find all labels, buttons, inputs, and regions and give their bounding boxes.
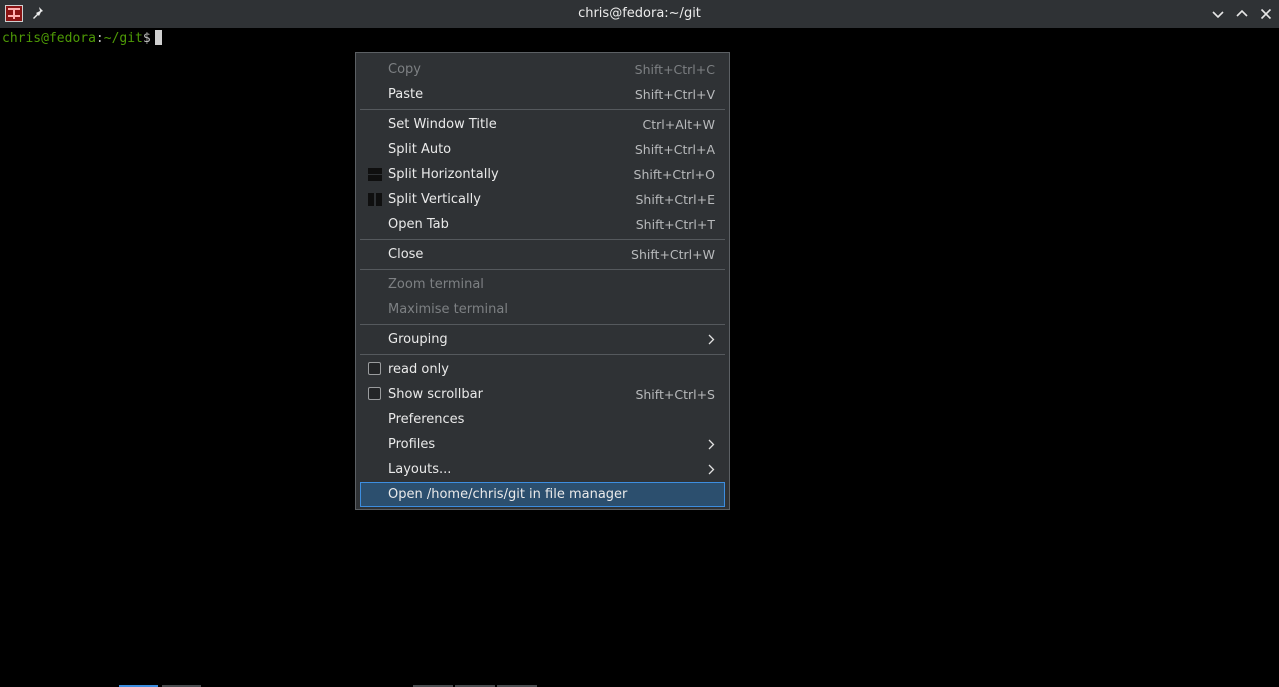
- menu-item-label: Paste: [388, 87, 424, 102]
- menu-item-shortcut: Shift+Ctrl+V: [634, 87, 715, 102]
- menu-item-paste[interactable]: Paste Shift+Ctrl+V: [360, 82, 725, 107]
- terminal-context-menu: Copy Shift+Ctrl+C Paste Shift+Ctrl+V Set…: [355, 52, 730, 510]
- menu-item-layouts[interactable]: Layouts...: [360, 457, 725, 482]
- menu-separator: [360, 324, 725, 325]
- window-titlebar[interactable]: chris@fedora:~/git: [0, 0, 1279, 28]
- chevron-right-icon: [707, 464, 715, 475]
- menu-item-shortcut: Shift+Ctrl+A: [634, 142, 715, 157]
- show-scrollbar-checkbox[interactable]: [368, 387, 381, 400]
- menu-item-close[interactable]: Close Shift+Ctrl+W: [360, 242, 725, 267]
- split-vertical-icon: [368, 193, 382, 206]
- menu-item-split-horizontally[interactable]: Split Horizontally Shift+Ctrl+O: [360, 162, 725, 187]
- close-icon[interactable]: [1257, 5, 1275, 23]
- menu-item-open-tab[interactable]: Open Tab Shift+Ctrl+T: [360, 212, 725, 237]
- menu-item-zoom-terminal[interactable]: Zoom terminal: [360, 272, 725, 297]
- menu-item-shortcut: Ctrl+Alt+W: [642, 117, 715, 132]
- menu-item-maximise-terminal[interactable]: Maximise terminal: [360, 297, 725, 322]
- read-only-checkbox[interactable]: [368, 362, 381, 375]
- terminal-cursor: [154, 30, 162, 45]
- menu-separator: [360, 239, 725, 240]
- menu-item-label: Close: [388, 247, 424, 262]
- menu-item-label: Grouping: [388, 332, 448, 347]
- menu-item-shortcut: Shift+Ctrl+C: [634, 62, 715, 77]
- menu-item-copy[interactable]: Copy Shift+Ctrl+C: [360, 57, 725, 82]
- menu-item-shortcut: Shift+Ctrl+O: [633, 167, 715, 182]
- prompt-dollar: $: [142, 31, 151, 46]
- chevron-right-icon: [707, 439, 715, 450]
- menu-item-shortcut: Shift+Ctrl+T: [635, 217, 715, 232]
- menu-item-split-vertically[interactable]: Split Vertically Shift+Ctrl+E: [360, 187, 725, 212]
- window-title: chris@fedora:~/git: [578, 6, 701, 21]
- split-horizontal-icon: [368, 168, 382, 181]
- menu-item-label: read only: [388, 362, 449, 377]
- menu-item-label: Profiles: [388, 437, 436, 452]
- menu-item-label: Copy: [388, 62, 421, 77]
- prompt-user: chris@fedora: [2, 31, 96, 46]
- menu-separator: [360, 269, 725, 270]
- menu-item-label: Set Window Title: [388, 117, 497, 132]
- menu-item-show-scrollbar[interactable]: Show scrollbar Shift+Ctrl+S: [360, 382, 725, 407]
- menu-item-shortcut: Shift+Ctrl+E: [635, 192, 716, 207]
- menu-item-label: Open /home/chris/git in file manager: [388, 487, 628, 502]
- chevron-right-icon: [707, 334, 715, 345]
- menu-item-label: Split Auto: [388, 142, 452, 157]
- menu-item-shortcut: Shift+Ctrl+W: [631, 247, 715, 262]
- prompt-separator: :: [95, 31, 104, 46]
- maximize-icon[interactable]: [1233, 5, 1251, 23]
- menu-item-profiles[interactable]: Profiles: [360, 432, 725, 457]
- menu-item-label: Maximise terminal: [388, 302, 508, 317]
- menu-item-label: Layouts...: [388, 462, 452, 477]
- menu-item-label: Split Horizontally: [388, 167, 499, 182]
- shell-prompt: chris@fedora:~/git$: [2, 30, 162, 47]
- menu-item-label: Show scrollbar: [388, 387, 483, 402]
- menu-item-set-window-title[interactable]: Set Window Title Ctrl+Alt+W: [360, 112, 725, 137]
- menu-item-label: Preferences: [388, 412, 465, 427]
- minimize-icon[interactable]: [1209, 5, 1227, 23]
- menu-item-open-in-file-manager[interactable]: Open /home/chris/git in file manager: [360, 482, 725, 507]
- menu-item-label: Split Vertically: [388, 192, 481, 207]
- menu-separator: [360, 354, 725, 355]
- menu-item-label: Zoom terminal: [388, 277, 484, 292]
- menu-item-shortcut: Shift+Ctrl+S: [635, 387, 715, 402]
- menu-item-label: Open Tab: [388, 217, 449, 232]
- prompt-path: ~/git: [103, 31, 143, 46]
- menu-item-preferences[interactable]: Preferences: [360, 407, 725, 432]
- menu-item-split-auto[interactable]: Split Auto Shift+Ctrl+A: [360, 137, 725, 162]
- menu-item-grouping[interactable]: Grouping: [360, 327, 725, 352]
- menu-item-read-only[interactable]: read only: [360, 357, 725, 382]
- menu-separator: [360, 109, 725, 110]
